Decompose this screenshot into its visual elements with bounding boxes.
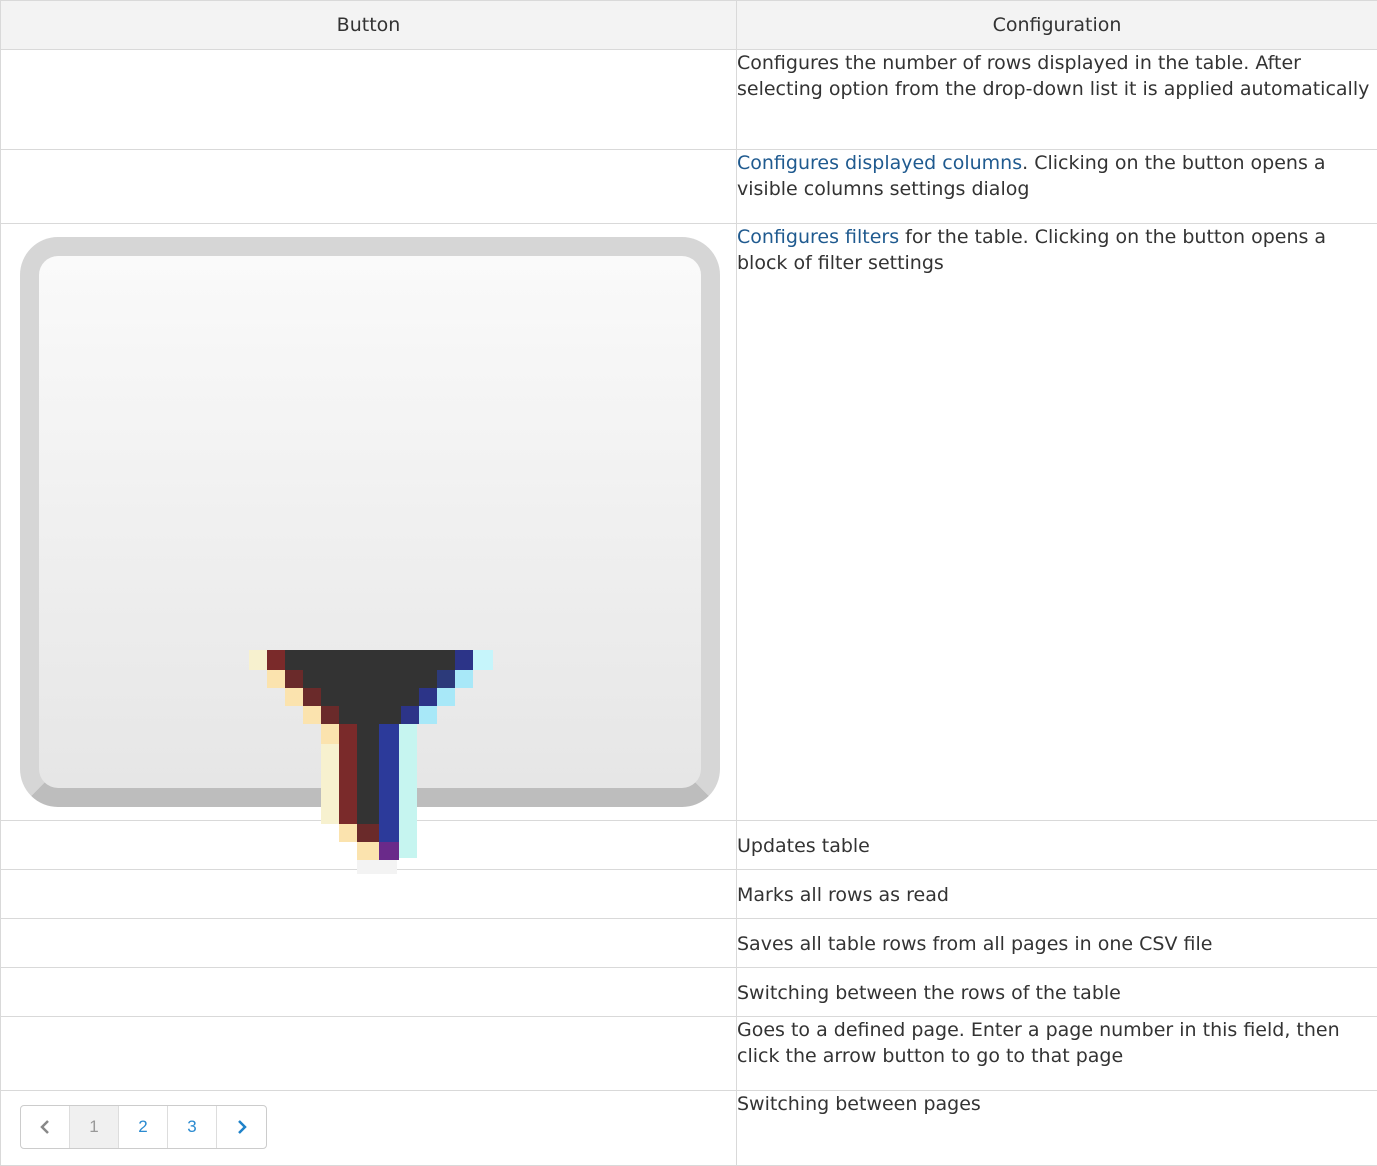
configures-columns-link[interactable]: Configures displayed columns bbox=[737, 152, 1022, 174]
button-cell-pagination: 1 2 3 bbox=[1, 1091, 737, 1166]
table-row: Configures displayed columns. Clicking o… bbox=[1, 150, 1377, 224]
chevron-left-icon bbox=[39, 1119, 51, 1135]
row-description: Switching between pages bbox=[737, 1093, 981, 1115]
config-cell: Switching between pages bbox=[737, 1091, 1377, 1166]
row-description: Marks all rows as read bbox=[737, 884, 949, 906]
config-cell: Goes to a defined page. Enter a page num… bbox=[737, 1017, 1377, 1091]
row-description: Configures the number of rows displayed … bbox=[737, 52, 1369, 100]
config-cell: Configures filters for the table. Clicki… bbox=[737, 224, 1377, 821]
filter-icon bbox=[245, 638, 495, 878]
pagination-page-2[interactable]: 2 bbox=[119, 1106, 168, 1148]
row-description: Updates table bbox=[737, 835, 870, 857]
pagination-page-1[interactable]: 1 bbox=[70, 1106, 119, 1148]
button-cell-row-switch bbox=[1, 968, 737, 1017]
config-cell: Updates table bbox=[737, 821, 1377, 870]
table-row: 1 2 3 Switching between pages bbox=[1, 1091, 1377, 1166]
table-row: Saves all table rows from all pages in o… bbox=[1, 919, 1377, 968]
button-cell-csv-export bbox=[1, 919, 737, 968]
config-cell: Configures displayed columns. Clicking o… bbox=[737, 150, 1377, 224]
header-configuration: Configuration bbox=[737, 1, 1377, 50]
row-description: Goes to a defined page. Enter a page num… bbox=[737, 1019, 1340, 1067]
pagination-next-button[interactable] bbox=[217, 1106, 266, 1148]
table-row: Configures the number of rows displayed … bbox=[1, 50, 1377, 150]
configures-filters-link[interactable]: Configures filters bbox=[737, 226, 899, 248]
config-cell: Configures the number of rows displayed … bbox=[737, 50, 1377, 150]
table-row: Marks all rows as read bbox=[1, 870, 1377, 919]
table-row: Goes to a defined page. Enter a page num… bbox=[1, 1017, 1377, 1091]
pagination-prev-button[interactable] bbox=[21, 1106, 70, 1148]
pagination-page-3[interactable]: 3 bbox=[168, 1106, 217, 1148]
button-cell-filter bbox=[1, 224, 737, 821]
chevron-right-icon bbox=[236, 1119, 248, 1135]
pagination: 1 2 3 bbox=[20, 1105, 267, 1149]
config-cell: Switching between the rows of the table bbox=[737, 968, 1377, 1017]
table-row: Switching between the rows of the table bbox=[1, 968, 1377, 1017]
button-cell-columns bbox=[1, 150, 737, 224]
config-cell: Marks all rows as read bbox=[737, 870, 1377, 919]
button-reference-table: Button Configuration Configures the numb… bbox=[0, 0, 1377, 1166]
button-cell-rows-per-page bbox=[1, 50, 737, 150]
table-header-row: Button Configuration bbox=[1, 1, 1377, 50]
table-row: Updates table bbox=[1, 821, 1377, 870]
button-cell-goto-page bbox=[1, 1017, 737, 1091]
header-button: Button bbox=[1, 1, 737, 50]
row-description: Switching between the rows of the table bbox=[737, 982, 1121, 1004]
config-cell: Saves all table rows from all pages in o… bbox=[737, 919, 1377, 968]
table-row: Configures filters for the table. Clicki… bbox=[1, 224, 1377, 821]
row-description: Saves all table rows from all pages in o… bbox=[737, 933, 1212, 955]
